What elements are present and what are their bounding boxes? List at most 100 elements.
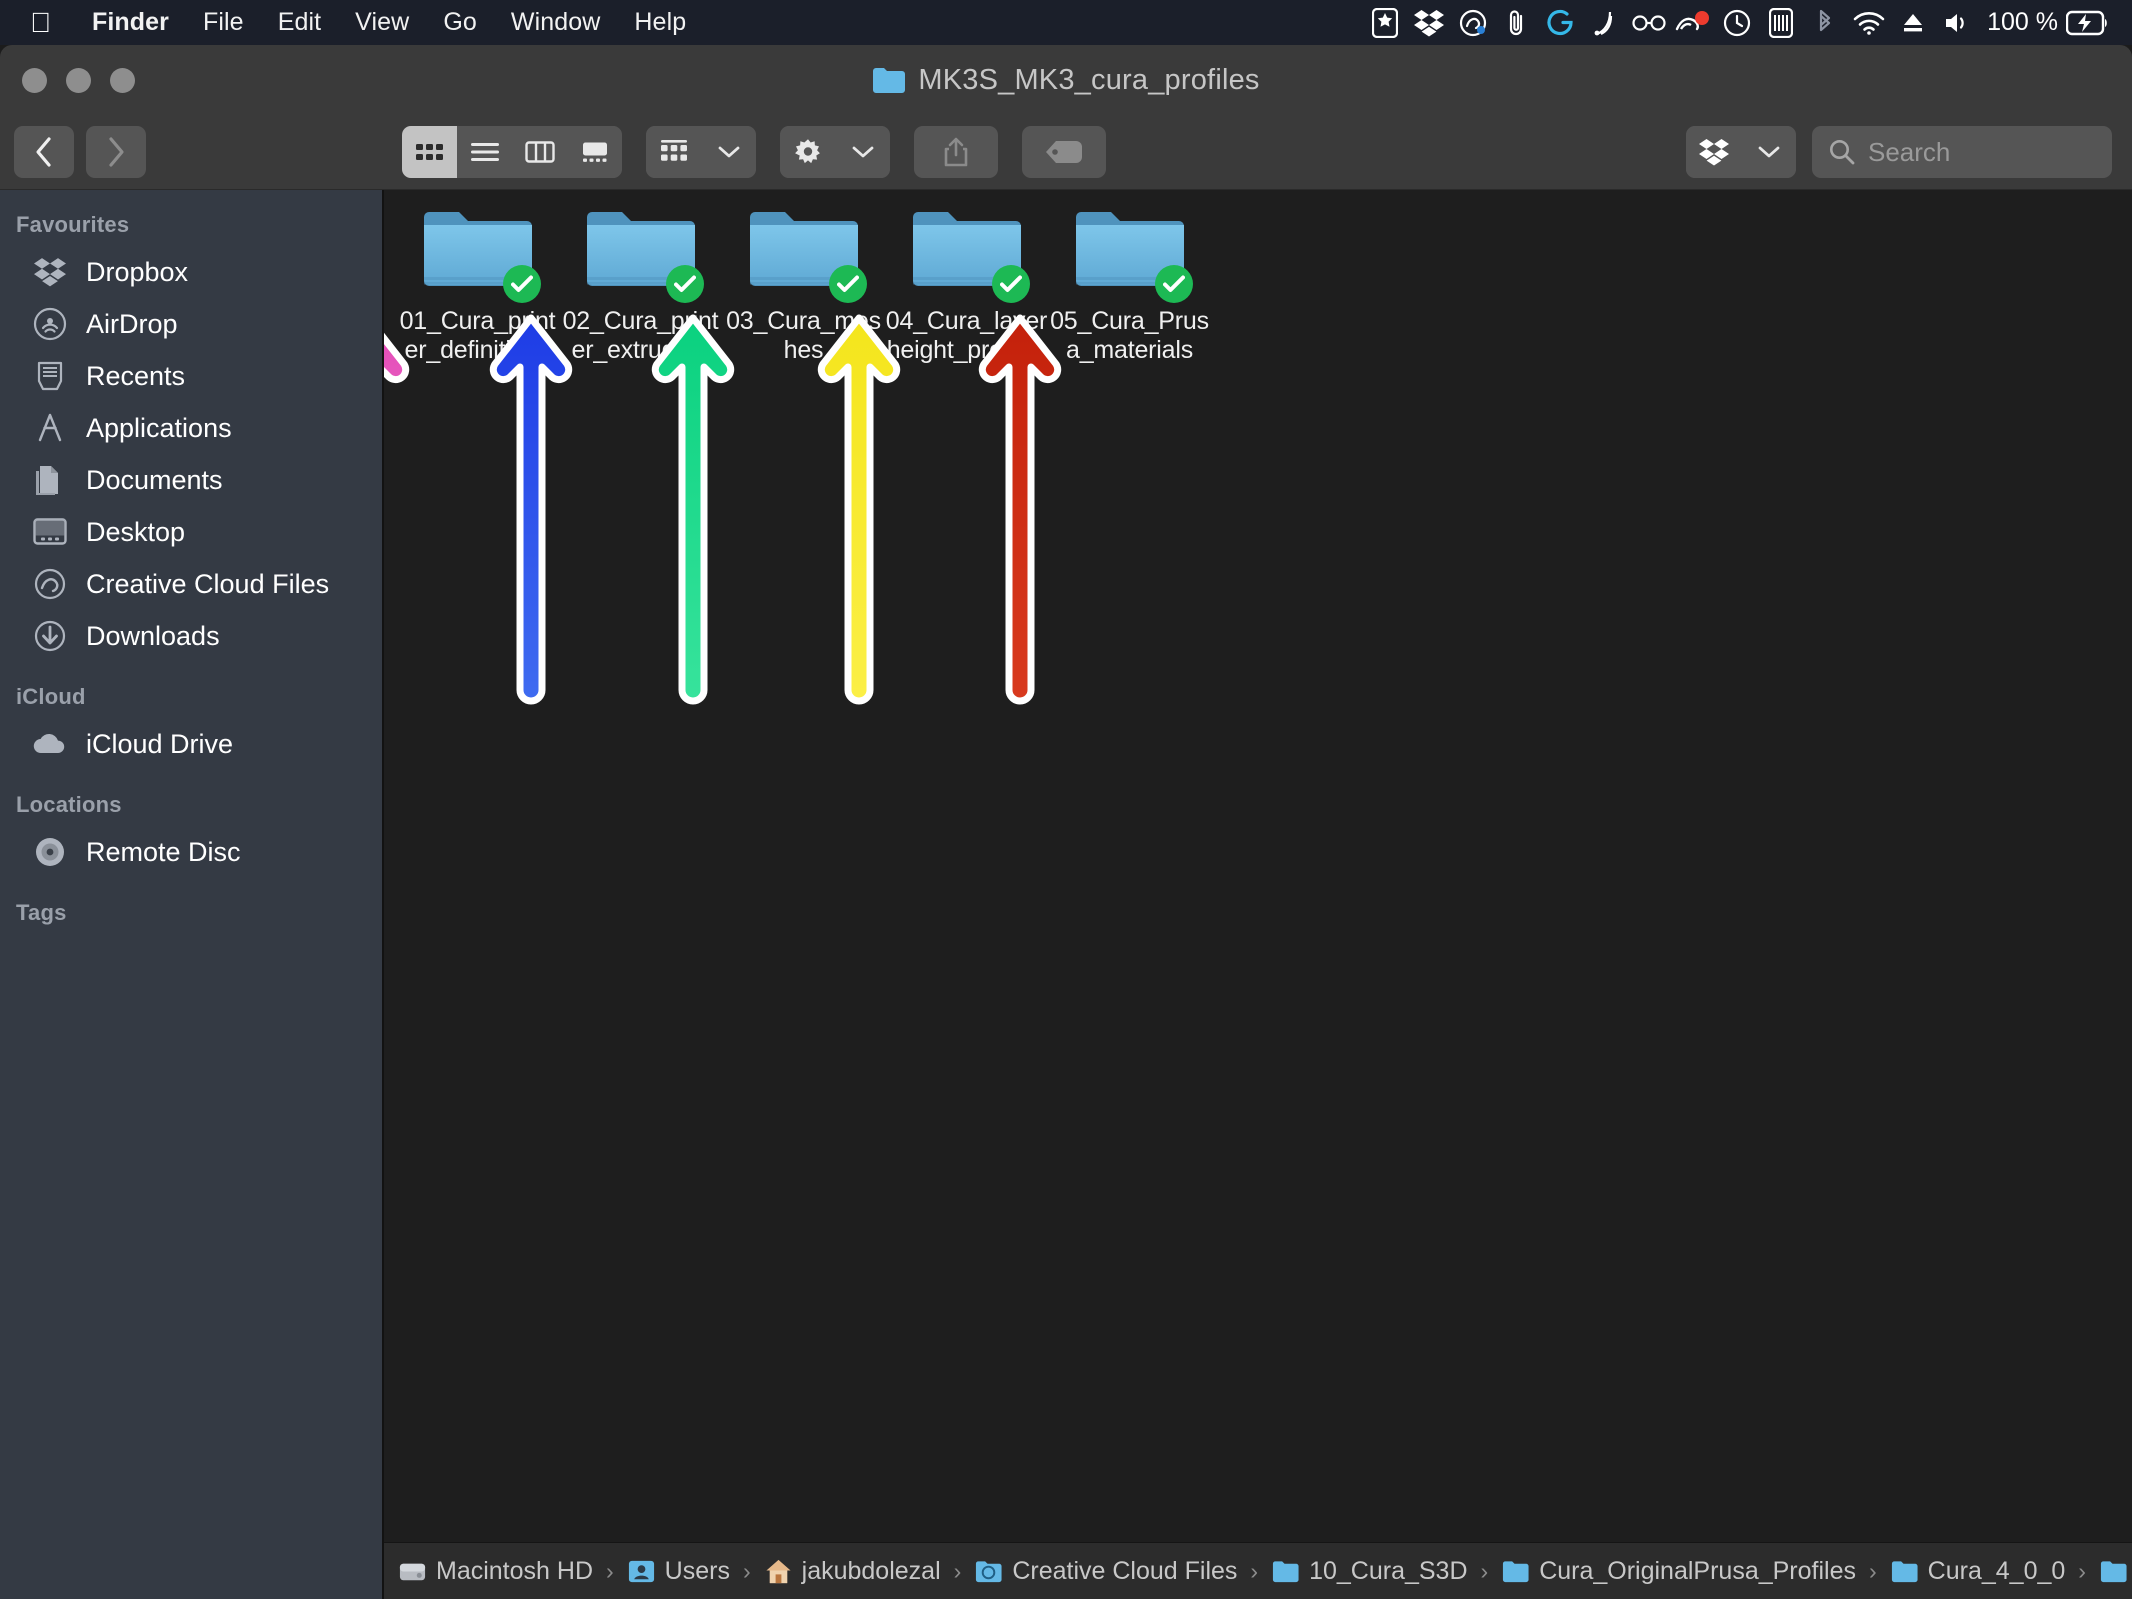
logitech-icon[interactable] bbox=[1539, 0, 1583, 45]
breadcrumb-item-macintosh-hd[interactable]: Macintosh HD bbox=[398, 1557, 593, 1586]
menu-view[interactable]: View bbox=[338, 8, 426, 37]
breadcrumb-separator: › bbox=[606, 1557, 614, 1584]
window-titlebar: MK3S_MK3_cura_profiles bbox=[0, 45, 2132, 115]
folder-name: 04_Cura_layerheight_profiles bbox=[885, 307, 1048, 364]
dropbox-toolbar-button[interactable] bbox=[1686, 126, 1741, 178]
breadcrumb-label: Creative Cloud Files bbox=[1012, 1556, 1238, 1585]
breadcrumb-separator: › bbox=[2078, 1557, 2086, 1584]
menu-go[interactable]: Go bbox=[426, 8, 494, 37]
group-by-button[interactable] bbox=[646, 126, 701, 178]
folder-icon[interactable] bbox=[748, 203, 867, 303]
applications-icon bbox=[32, 410, 68, 446]
zoom-button[interactable] bbox=[110, 67, 135, 93]
list-item[interactable]: 03_Cura_meshes bbox=[722, 203, 885, 364]
arrow-pink bbox=[384, 318, 406, 701]
breadcrumb-item-creative-cloud-files[interactable]: Creative Cloud Files bbox=[974, 1556, 1238, 1586]
sidebar: Favourites Dropbox AirDrop Recents Appli… bbox=[0, 190, 383, 1599]
list-item[interactable]: 05_Cura_Prusa_materials bbox=[1048, 203, 1211, 364]
sidebar-item-desktop[interactable]: Desktop bbox=[0, 506, 383, 558]
search-input[interactable]: Search bbox=[1812, 126, 2112, 178]
breadcrumb: Macintosh HD › Users › jakubdolezal › Cr… bbox=[384, 1542, 2132, 1599]
users-folder-icon bbox=[628, 1560, 654, 1582]
breadcrumb-item-cura-4-0-0[interactable]: Cura_4_0_0 bbox=[1890, 1557, 2065, 1586]
time-machine-icon[interactable] bbox=[1715, 0, 1759, 45]
status-icons-area: 100 % bbox=[1363, 0, 2132, 45]
wifi-icon[interactable] bbox=[1847, 0, 1891, 45]
folder-icon[interactable] bbox=[1074, 203, 1193, 303]
battery-charging-icon[interactable] bbox=[2066, 0, 2110, 45]
folder-icon bbox=[1273, 1560, 1299, 1582]
menu-help[interactable]: Help bbox=[617, 8, 703, 37]
creative-cloud-icon[interactable] bbox=[1451, 0, 1495, 45]
paperclip-icon[interactable] bbox=[1495, 0, 1539, 45]
breadcrumb-item-10-cura-s3d[interactable]: 10_Cura_S3D bbox=[1271, 1557, 1468, 1586]
folder-icon[interactable] bbox=[422, 203, 541, 303]
gallery-view-button[interactable] bbox=[567, 126, 622, 178]
annotation-arrows bbox=[384, 190, 2132, 1599]
close-button[interactable] bbox=[22, 67, 47, 93]
creative-cloud-icon bbox=[32, 566, 68, 602]
airdrop-icon bbox=[32, 306, 68, 342]
share-button[interactable] bbox=[914, 126, 998, 178]
gear-icon[interactable] bbox=[780, 126, 835, 178]
sidebar-item-airdrop[interactable]: AirDrop bbox=[0, 298, 383, 350]
folder-icon[interactable] bbox=[911, 203, 1030, 303]
breadcrumb-item-users[interactable]: Users bbox=[627, 1557, 730, 1586]
sidebar-item-applications[interactable]: Applications bbox=[0, 402, 383, 454]
bookmark-icon[interactable] bbox=[1363, 0, 1407, 45]
sidebar-item-downloads[interactable]: Downloads bbox=[0, 610, 383, 662]
folder-name: 05_Cura_Prusa_materials bbox=[1050, 307, 1209, 364]
apple-menu-icon[interactable]:  bbox=[30, 8, 51, 37]
list-item[interactable]: 04_Cura_layerheight_profiles bbox=[885, 203, 1048, 364]
sidebar-item-dropbox[interactable]: Dropbox bbox=[0, 246, 383, 298]
breadcrumb-separator: › bbox=[1250, 1557, 1259, 1584]
window-title-area: MK3S_MK3_cura_profiles bbox=[0, 45, 2132, 115]
menu-window[interactable]: Window bbox=[494, 8, 618, 37]
folder-icon[interactable] bbox=[585, 203, 704, 303]
breadcrumb-item-cura-originalprusa-profiles[interactable]: Cura_OriginalPrusa_Profiles bbox=[1501, 1557, 1856, 1586]
volume-icon[interactable] bbox=[1935, 0, 1979, 45]
group-by-chevron-down-icon[interactable] bbox=[701, 126, 756, 178]
icon-view-button[interactable] bbox=[402, 126, 457, 178]
sidebar-item-documents[interactable]: Documents bbox=[0, 454, 383, 506]
tags-button[interactable] bbox=[1022, 126, 1106, 178]
battery-meter-icon[interactable] bbox=[1759, 0, 1803, 45]
folder-name: 03_Cura_meshes bbox=[726, 307, 881, 364]
menu-file[interactable]: File bbox=[186, 8, 261, 37]
breadcrumb-item-jakubdolezal[interactable]: jakubdolezal bbox=[764, 1557, 941, 1586]
menu-finder[interactable]: Finder bbox=[75, 8, 186, 37]
column-view-button[interactable] bbox=[512, 126, 567, 178]
action-group bbox=[780, 126, 890, 178]
dropbox-icon[interactable] bbox=[1407, 0, 1451, 45]
sidebar-item-remote-disc[interactable]: Remote Disc bbox=[0, 826, 383, 878]
search-placeholder: Search bbox=[1868, 136, 1951, 167]
home-icon bbox=[766, 1559, 791, 1583]
minimize-button[interactable] bbox=[66, 67, 91, 93]
dropbox-chevron-down-icon[interactable] bbox=[1741, 126, 1796, 178]
wifi-signal-icon[interactable] bbox=[1583, 0, 1627, 45]
disc-icon bbox=[32, 834, 68, 870]
list-item[interactable]: 02_Cura_printer_extruders bbox=[559, 203, 722, 364]
sidebar-section-favourites: Favourites bbox=[16, 212, 130, 237]
desktop-icon bbox=[32, 514, 68, 550]
list-view-button[interactable] bbox=[457, 126, 512, 178]
group-by-group bbox=[646, 126, 756, 178]
notification-dot-icon[interactable] bbox=[1671, 0, 1715, 45]
sidebar-item-icloud-drive[interactable]: iCloud Drive bbox=[0, 718, 383, 770]
view-mode-group bbox=[402, 126, 622, 178]
bluetooth-icon[interactable] bbox=[1803, 0, 1847, 45]
menu-edit[interactable]: Edit bbox=[261, 8, 338, 37]
forward-button[interactable] bbox=[86, 126, 146, 178]
breadcrumb-item-mk3s-mk3[interactable]: MK3S_MK3 bbox=[2099, 1557, 2132, 1586]
breadcrumb-label: Macintosh HD bbox=[436, 1556, 593, 1585]
file-grid-area[interactable]: 01_Cura_printer_definitions 02_Cura_prin… bbox=[384, 190, 2132, 1599]
list-item[interactable]: 01_Cura_printer_definitions bbox=[396, 203, 559, 364]
sidebar-item-creative-cloud-files[interactable]: Creative Cloud Files bbox=[0, 558, 383, 610]
sidebar-item-recents[interactable]: Recents bbox=[0, 350, 383, 402]
glasses-icon[interactable] bbox=[1627, 0, 1671, 45]
back-button[interactable] bbox=[14, 126, 74, 178]
folder-icon bbox=[2100, 1560, 2127, 1582]
action-chevron-down-icon[interactable] bbox=[835, 126, 890, 178]
folder-icon bbox=[873, 68, 906, 93]
eject-icon[interactable] bbox=[1891, 0, 1935, 45]
